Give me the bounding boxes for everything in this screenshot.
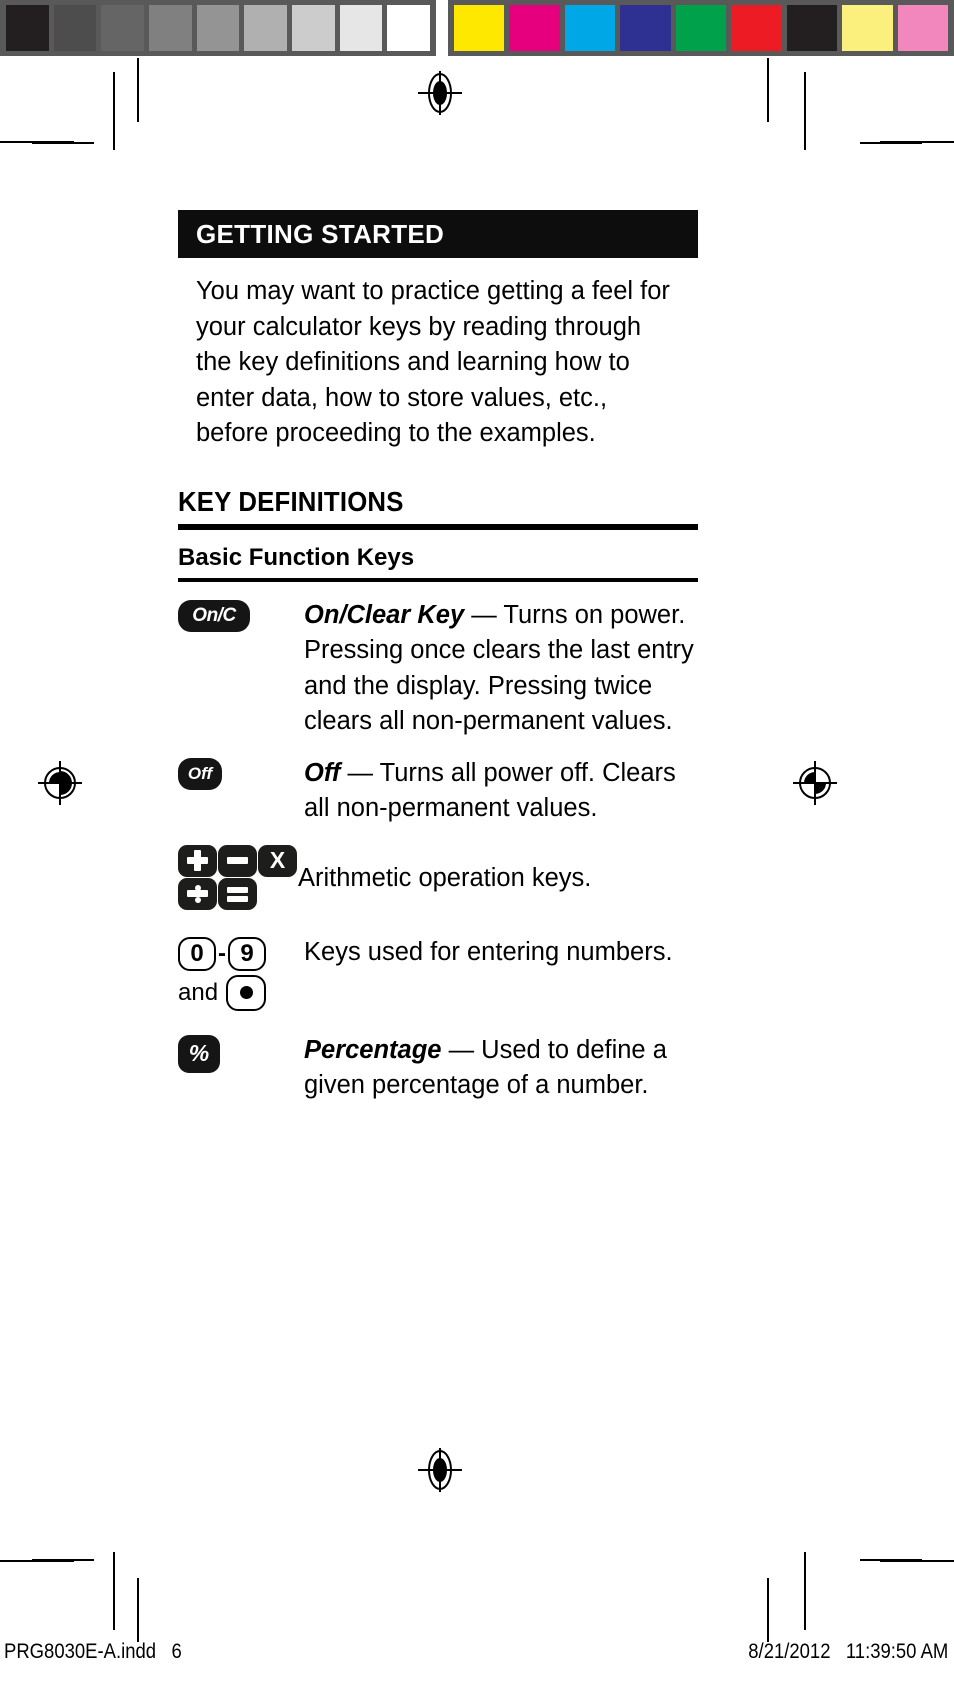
registration-mark-top-center: [418, 71, 462, 115]
gray-swatch-1: [53, 5, 97, 51]
section-banner-getting-started: GETTING STARTED: [178, 210, 698, 258]
page-content: GETTING STARTED You may want to practice…: [178, 210, 698, 1104]
divide-icon: [178, 877, 217, 910]
term-percentage: Percentage: [304, 1035, 442, 1064]
crop-mark-bottom-right-vertical-2: [804, 1552, 806, 1630]
grayscale-swatch-strip: [0, 0, 436, 56]
color-swatch-2: [564, 5, 616, 51]
intro-paragraph: You may want to practice getting a feel …: [196, 277, 670, 447]
key-row-numbers: 0 - 9 and Keys used for entering numbers…: [178, 935, 698, 1011]
decimal-dot-glyph: [239, 986, 253, 999]
color-swatch-4: [675, 5, 727, 51]
crop-mark-bottom-right-vertical: [767, 1578, 769, 1642]
registration-mark-left-middle: [38, 761, 82, 805]
equals-icon: [218, 877, 257, 910]
gray-swatch-3: [149, 5, 192, 51]
color-swatch-0: [454, 5, 505, 51]
key-definition-numbers: Keys used for entering numbers.: [304, 935, 698, 971]
gray-swatch-5: [244, 5, 288, 51]
arithmetic-keys-row-2: [178, 877, 298, 911]
and-word-label: and: [178, 978, 219, 1006]
gray-swatch-0: [6, 5, 49, 51]
color-swatch-strip: [448, 0, 954, 56]
key-glyph-cell: Off: [178, 756, 304, 790]
color-swatch-1: [509, 5, 560, 51]
on-clear-key-icon: On/C: [178, 599, 250, 632]
em-dash-1: —: [340, 758, 380, 787]
crop-mark-top-left-vertical: [137, 58, 139, 122]
crop-mark-bottom-right-horizontal-2: [860, 1559, 922, 1561]
term-off: Off: [304, 758, 341, 787]
digit-zero-key-icon: 0: [178, 936, 216, 971]
key-glyph-cell: On/C: [178, 598, 304, 632]
crop-mark-top-left-horizontal-2: [32, 142, 94, 144]
color-swatch-7: [842, 5, 893, 51]
key-row-percentage: % Percentage — Used to define a given pe…: [178, 1033, 698, 1104]
gray-swatch-8: [387, 5, 431, 51]
off-key-icon: Off: [178, 757, 222, 790]
color-swatch-5: [731, 5, 782, 51]
key-definition-arithmetic: Arithmetic operation keys.: [298, 861, 698, 897]
arithmetic-keys-icon-cluster: X: [178, 844, 298, 911]
crop-mark-top-right-horizontal-2: [860, 142, 922, 144]
key-row-on-clear: On/C On/Clear Key — Turns on power. Pres…: [178, 598, 698, 740]
digit-nine-key-icon: 9: [228, 936, 266, 971]
footer-file-name: PRG8030E-A.indd 6: [4, 1640, 182, 1663]
gray-swatch-7: [339, 5, 383, 51]
gray-swatch-2: [101, 5, 145, 51]
key-row-arithmetic: X Arithmetic operation keys.: [178, 843, 698, 915]
crop-mark-top-right-vertical: [767, 58, 769, 122]
number-keys-range: 0 - 9: [178, 936, 304, 971]
term-on-clear: On/Clear Key: [304, 600, 465, 629]
rule-under-key-definitions: [178, 523, 698, 530]
color-swatch-8: [897, 5, 948, 51]
multiply-icon: X: [258, 844, 297, 877]
key-definition-percentage: Percentage — Used to define a given perc…: [304, 1033, 698, 1104]
prepress-color-bars: [0, 0, 954, 56]
plus-icon: [178, 844, 217, 877]
heading-key-definitions: KEY DEFINITIONS: [178, 485, 404, 517]
registration-mark-bottom-center: [418, 1448, 462, 1492]
range-dash: -: [218, 939, 226, 967]
registration-mark-right-middle: [793, 761, 837, 805]
description-numbers: Keys used for entering numbers.: [304, 937, 673, 966]
key-definition-on-clear: On/Clear Key — Turns on power. Pressing …: [304, 598, 698, 740]
minus-icon: [218, 844, 257, 877]
crop-mark-top-right-vertical-2: [804, 72, 806, 150]
crop-mark-bottom-left-vertical: [137, 1578, 139, 1642]
color-swatch-3: [620, 5, 671, 51]
crop-mark-bottom-left-vertical-2: [113, 1552, 115, 1630]
em-dash-0: —: [464, 600, 504, 629]
page-footer: PRG8030E-A.indd 6 8/21/2012 11:39:50 AM: [0, 1640, 954, 1680]
key-glyph-cell: %: [178, 1033, 304, 1073]
key-row-off: Off Off — Turns all power off. Clears al…: [178, 756, 698, 827]
description-arithmetic: Arithmetic operation keys.: [298, 863, 592, 892]
key-glyph-cell: X: [178, 843, 298, 915]
crop-mark-top-left-vertical-2: [113, 72, 115, 150]
color-swatch-6: [786, 5, 838, 51]
footer-timestamp: 8/21/2012 11:39:50 AM: [747, 1640, 948, 1663]
crop-mark-bottom-left-horizontal-2: [32, 1559, 94, 1561]
multiply-glyph-label: X: [269, 847, 286, 873]
em-dash-4: —: [441, 1035, 482, 1064]
gray-swatch-6: [292, 5, 335, 51]
subheading-basic-function-keys: Basic Function Keys: [178, 543, 415, 571]
arithmetic-keys-row-1: X: [178, 844, 298, 878]
percent-key-icon: %: [178, 1034, 220, 1073]
key-glyph-cell: 0 - 9 and: [178, 935, 304, 1011]
key-definition-off: Off — Turns all power off. Clears all no…: [304, 756, 698, 827]
decimal-key-line: and: [178, 974, 304, 1011]
rule-under-basic-function-keys: [178, 577, 698, 582]
decimal-point-key-icon: [226, 974, 267, 1011]
gray-swatch-4: [196, 5, 240, 51]
